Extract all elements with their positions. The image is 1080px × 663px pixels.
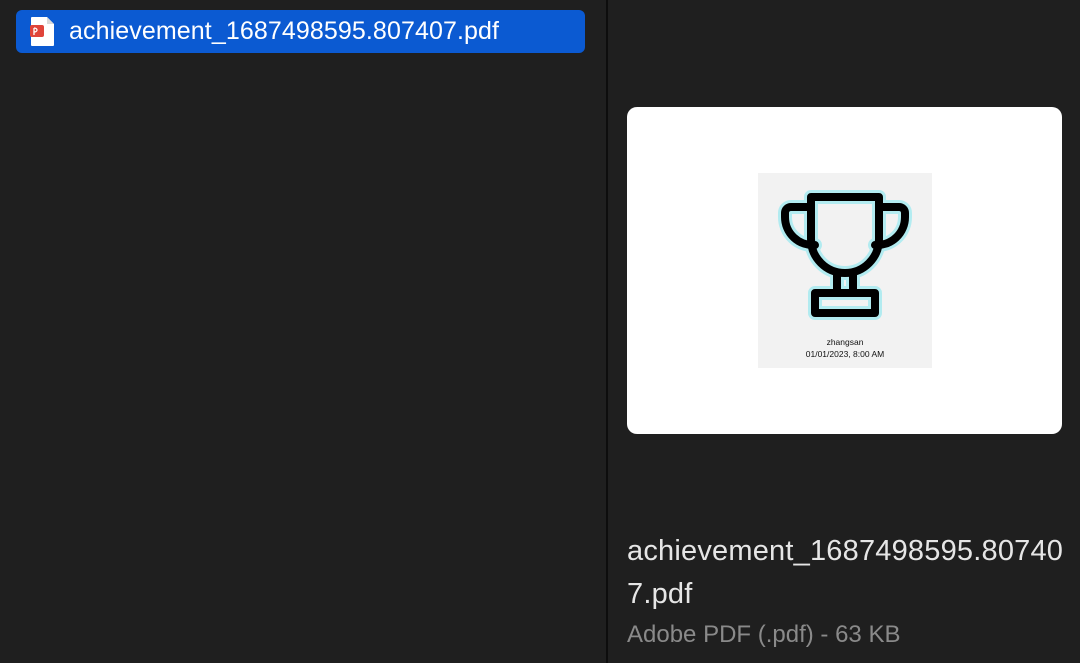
finder-window: achievement_1687498595.807407.pdf zhangs… — [0, 0, 1080, 663]
preview-file-info: Adobe PDF (.pdf) - 63 KB — [627, 621, 901, 648]
trophy-icon — [777, 189, 913, 323]
preview-username: zhangsan — [826, 337, 864, 347]
preview-datetime: 01/01/2023, 8:00 AM — [805, 349, 885, 359]
file-name-label: achievement_1687498595.807407.pdf — [69, 17, 500, 45]
file-preview-thumbnail[interactable]: zhangsan 01/01/2023, 8:00 AM — [627, 107, 1062, 434]
pdf-document-icon — [30, 16, 56, 47]
file-list-item-selected[interactable]: achievement_1687498595.807407.pdf — [16, 10, 585, 53]
preview-pane: zhangsan 01/01/2023, 8:00 AM achievement… — [608, 0, 1080, 663]
preview-file-name: achievement_1687498595.807407.pdf — [627, 535, 1064, 610]
pdf-page-preview: zhangsan 01/01/2023, 8:00 AM — [758, 173, 932, 368]
file-column[interactable]: achievement_1687498595.807407.pdf — [0, 0, 606, 663]
